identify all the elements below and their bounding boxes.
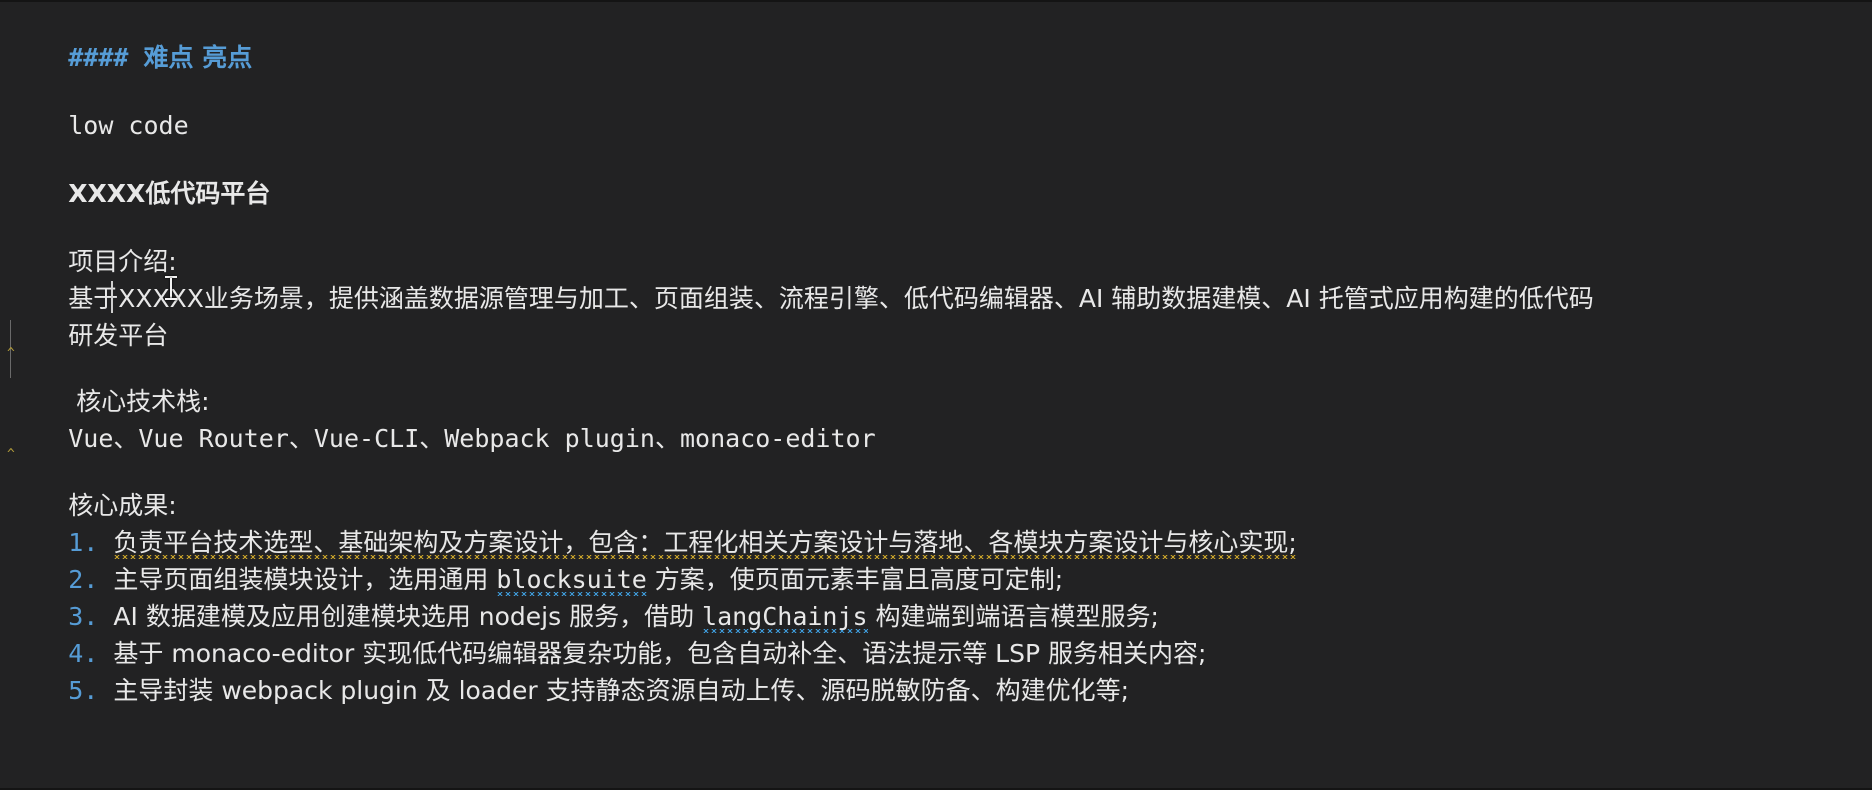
stack-body-line: Vue、Vue Router、Vue-CLI、Webpack plugin、mo…	[0, 383, 875, 453]
results-label-line: 核心成果:	[0, 450, 176, 520]
heading-hash-marker: ####	[68, 43, 129, 72]
platform-title-text: XXXX低代码平台	[68, 179, 271, 208]
text-caret	[111, 281, 113, 313]
intro-body-wrap-line: 研发平台	[0, 280, 168, 350]
result-text-5: 主导封装 webpack plugin 及 loader 支持静态资源自动上传、…	[113, 676, 1130, 705]
intro-body-part1: 基于XXXXX业务场景，提供涵盖数据源管理与加工、页面组装、	[68, 284, 779, 313]
intro-label-line: 项目介绍:	[0, 206, 176, 276]
top-edge	[0, 0, 1872, 2]
intro-body-line: 基于XXXXX业务场景，提供涵盖数据源管理与加工、页面组装、流程引擎、低代码编辑…	[0, 243, 1594, 313]
low-code-text: low code	[68, 111, 189, 140]
result-item-1: 1. 负责平台技术选型、基础架构及方案设计，包含：工程化相关方案设计与落地、各模…	[0, 487, 1297, 557]
result-item-2: 2. 主导页面组装模块设计，选用通用 blocksuite 方案，使页面元素丰富…	[0, 524, 1063, 594]
result-item-4: 4. 基于 monaco-editor 实现低代码编辑器复杂功能，包含自动补全、…	[0, 598, 1206, 668]
markdown-editor-canvas[interactable]: #### 难点 亮点 low code XXXX低代码平台 项目介绍: 基于XX…	[0, 0, 1872, 790]
low-code-line: low code	[0, 70, 188, 140]
result-item-5: 5. 主导封装 webpack plugin 及 loader 支持静态资源自动…	[0, 635, 1129, 705]
markdown-heading-line: #### 难点 亮点	[0, 2, 252, 72]
platform-title-line: XXXX低代码平台	[0, 138, 270, 208]
stack-body-text: Vue、Vue Router、Vue-CLI、Webpack plugin、mo…	[68, 424, 876, 453]
result-number-5: 5.	[68, 676, 99, 705]
intro-body-part2: 流程引擎、低代码编辑器、AI 辅助数据建模、AI 托管式应用构建的低代码	[778, 284, 1594, 313]
heading-text: 难点 亮点	[143, 43, 253, 72]
result-item-3: 3. AI 数据建模及应用创建模块选用 nodejs 服务，借助 langCha…	[0, 561, 1159, 631]
stack-label-line: 核心技术栈:	[0, 346, 209, 416]
